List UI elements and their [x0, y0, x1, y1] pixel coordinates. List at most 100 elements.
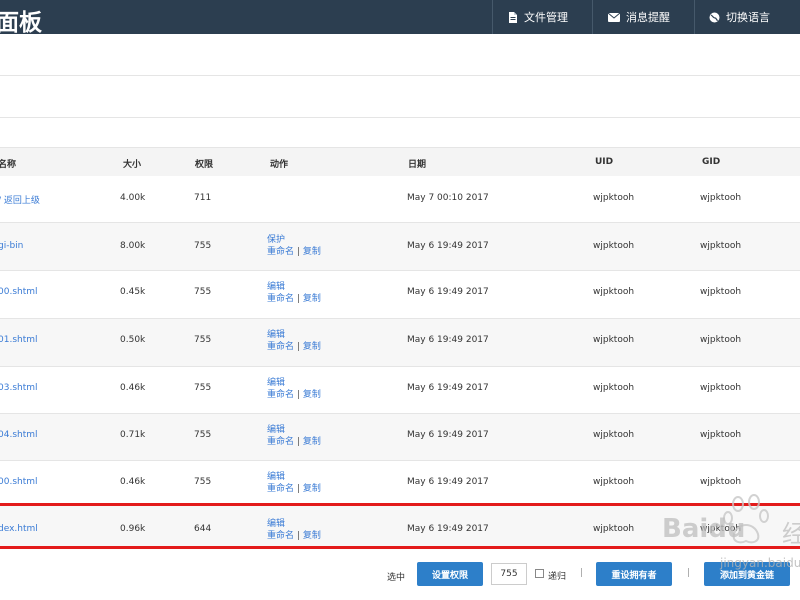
- nav-messages[interactable]: 消息提醒: [608, 0, 670, 34]
- copy-link[interactable]: 复制: [303, 294, 321, 304]
- column-header-action: 动作: [270, 160, 289, 170]
- file-uid: wjpktooh: [593, 193, 635, 203]
- file-name-link[interactable]: / 返回上级: [0, 193, 40, 206]
- table-row: 00.shtml 0.45k 755 编辑 重命名 | 复制 May 6 19:…: [0, 271, 800, 318]
- action-divider: |: [296, 484, 300, 494]
- row-actions: 编辑 重命名 | 复制: [267, 424, 321, 448]
- file-uid: wjpktooh: [593, 383, 635, 393]
- edit-link[interactable]: 编辑: [267, 378, 285, 388]
- edit-link[interactable]: 编辑: [267, 425, 285, 435]
- file-gid: wjpktooh: [700, 477, 742, 487]
- file-name-link[interactable]: 00.shtml: [0, 477, 38, 487]
- file-permission[interactable]: 755: [194, 241, 211, 251]
- row-actions: 编辑 重命名 | 复制: [267, 518, 321, 542]
- file-size: 0.45k: [120, 287, 146, 297]
- rename-link[interactable]: 重命名: [267, 342, 294, 352]
- nav-separator: [492, 0, 493, 34]
- action-divider: |: [296, 294, 300, 304]
- file-gid: wjpktooh: [700, 193, 742, 203]
- copy-link[interactable]: 复制: [303, 484, 321, 494]
- edit-link[interactable]: 编辑: [267, 519, 285, 529]
- file-permission[interactable]: 755: [194, 430, 211, 440]
- file-permission[interactable]: 755: [194, 287, 211, 297]
- file-permission[interactable]: 755: [194, 335, 211, 345]
- envelope-icon: [608, 12, 620, 22]
- rename-link[interactable]: 重命名: [267, 531, 294, 541]
- copy-link[interactable]: 复制: [303, 342, 321, 352]
- column-header-size[interactable]: 大小: [123, 157, 141, 170]
- rename-link[interactable]: 重命名: [267, 294, 294, 304]
- permission-input[interactable]: 755: [491, 563, 527, 585]
- copy-link[interactable]: 复制: [303, 531, 321, 541]
- file-gid: wjpktooh: [700, 335, 742, 345]
- nav-separator: [592, 0, 593, 34]
- divider: [0, 75, 800, 76]
- set-owner-button[interactable]: 重设拥有者: [596, 562, 672, 586]
- edit-link[interactable]: 编辑: [267, 330, 285, 340]
- row-actions: 编辑 重命名 | 复制: [267, 329, 321, 353]
- file-date: May 6 19:49 2017: [407, 477, 489, 487]
- file-size: 0.46k: [120, 383, 146, 393]
- recursive-label: 递归: [548, 572, 567, 582]
- table-row: dex.html 0.96k 644 编辑 重命名 | 复制 May 6 19:…: [0, 506, 800, 546]
- file-name-link[interactable]: 04.shtml: [0, 430, 38, 440]
- file-date: May 6 19:49 2017: [407, 524, 489, 534]
- footer-divider: |: [580, 568, 584, 578]
- selected-label: 选中: [387, 573, 406, 583]
- globe-icon: [709, 12, 720, 23]
- file-name-link[interactable]: gi-bin: [0, 241, 23, 251]
- file-permission[interactable]: 755: [194, 477, 211, 487]
- column-header-name[interactable]: 名称: [0, 157, 16, 170]
- nav-language-label: 切换语言: [726, 11, 770, 24]
- file-size: 4.00k: [120, 193, 146, 203]
- edit-link[interactable]: 编辑: [267, 472, 285, 482]
- rename-link[interactable]: 重命名: [267, 247, 294, 257]
- file-uid: wjpktooh: [593, 477, 635, 487]
- action-divider: |: [296, 342, 300, 352]
- add-button[interactable]: 添加到黄金链: [704, 562, 790, 586]
- file-name-link[interactable]: dex.html: [0, 524, 38, 534]
- document-icon: [508, 11, 518, 23]
- file-date: May 6 19:49 2017: [407, 383, 489, 393]
- table-row: 01.shtml 0.50k 755 编辑 重命名 | 复制 May 6 19:…: [0, 319, 800, 366]
- copy-link[interactable]: 复制: [303, 437, 321, 447]
- nav-messages-label: 消息提醒: [626, 11, 670, 24]
- table-row: gi-bin 8.00k 755 保护 重命名 | 复制 May 6 19:49…: [0, 223, 800, 270]
- nav-file-manager[interactable]: 文件管理: [508, 0, 568, 34]
- file-name-link[interactable]: 00.shtml: [0, 287, 38, 297]
- file-permission[interactable]: 711: [194, 193, 211, 203]
- recursive-checkbox[interactable]: [535, 569, 544, 578]
- brand-title[interactable]: 面板: [0, 3, 42, 37]
- table-row: 04.shtml 0.71k 755 编辑 重命名 | 复制 May 6 19:…: [0, 414, 800, 461]
- file-gid: wjpktooh: [700, 524, 742, 534]
- set-permission-button[interactable]: 设置权限: [417, 562, 483, 586]
- column-header-date[interactable]: 日期: [408, 157, 426, 170]
- file-name-link[interactable]: 03.shtml: [0, 383, 38, 393]
- column-header-gid[interactable]: GID: [702, 157, 720, 167]
- file-permission[interactable]: 644: [194, 524, 211, 534]
- nav-separator: [694, 0, 695, 34]
- column-header-uid[interactable]: UID: [595, 157, 613, 167]
- rename-link[interactable]: 重命名: [267, 484, 294, 494]
- nav-language[interactable]: 切换语言: [709, 0, 770, 34]
- file-uid: wjpktooh: [593, 430, 635, 440]
- table-row: 00.shtml 0.46k 755 编辑 重命名 | 复制 May 6 19:…: [0, 461, 800, 508]
- rename-link[interactable]: 重命名: [267, 390, 294, 400]
- edit-link[interactable]: 编辑: [267, 282, 285, 292]
- rename-link[interactable]: 重命名: [267, 437, 294, 447]
- copy-link[interactable]: 复制: [303, 247, 321, 257]
- file-uid: wjpktooh: [593, 287, 635, 297]
- divider: [0, 117, 800, 118]
- column-header-permission[interactable]: 权限: [195, 157, 213, 170]
- action-divider: |: [296, 247, 300, 257]
- footer-divider: |: [687, 568, 691, 578]
- protect-link[interactable]: 保护: [267, 235, 285, 245]
- action-divider: |: [296, 531, 300, 541]
- file-permission[interactable]: 755: [194, 383, 211, 393]
- file-name-link[interactable]: 01.shtml: [0, 335, 38, 345]
- table-row: / 返回上级 4.00k 711 May 7 00:10 2017 wjpkto…: [0, 176, 800, 223]
- action-divider: |: [296, 390, 300, 400]
- file-date: May 6 19:49 2017: [407, 241, 489, 251]
- copy-link[interactable]: 复制: [303, 390, 321, 400]
- file-date: May 6 19:49 2017: [407, 335, 489, 345]
